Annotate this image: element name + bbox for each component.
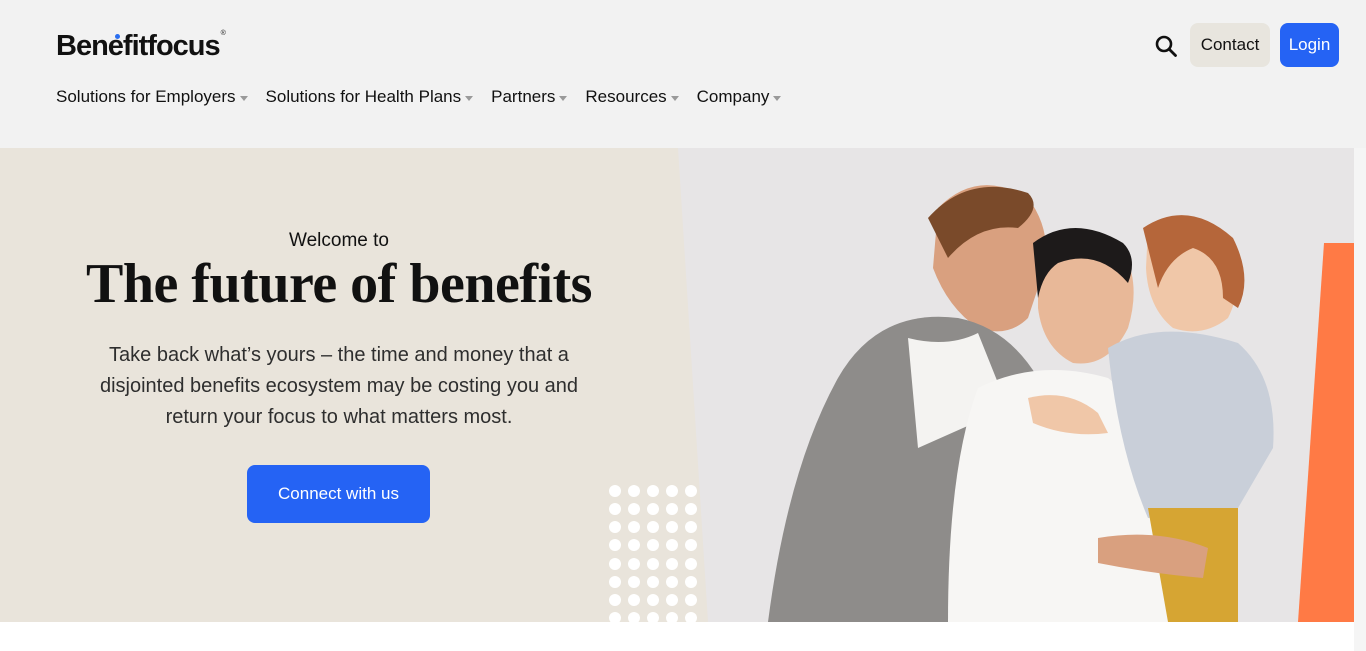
login-button[interactable]: Login [1280,23,1339,67]
decorative-dot-grid [609,485,697,622]
search-icon[interactable] [1154,34,1178,58]
main-nav: Solutions for Employers Solutions for He… [56,87,782,107]
contact-button[interactable]: Contact [1190,23,1270,67]
nav-resources[interactable]: Resources [585,87,679,107]
hero-text-panel: Welcome to The future of benefits Take b… [0,148,678,622]
hero-subtext: Take back what’s yours – the time and mo… [99,344,579,428]
benefitfocus-logo[interactable]: Benefitfocus® [56,30,226,63]
site-header: Benefitfocus® Solutions for Employers So… [0,0,1366,148]
nav-partners[interactable]: Partners [491,87,568,107]
caret-down-icon [559,95,568,101]
logo-dot-accent [115,34,120,39]
nav-company[interactable]: Company [697,87,782,107]
scrollbar[interactable] [1354,148,1366,651]
orange-accent-shape [1298,243,1354,622]
family-photo [678,148,1354,622]
caret-down-icon [773,95,782,101]
content-below-fold [0,622,1354,651]
nav-solutions-health-plans[interactable]: Solutions for Health Plans [266,87,474,107]
connect-with-us-button[interactable]: Connect with us [247,465,430,523]
hero-section: Welcome to The future of benefits Take b… [0,148,1354,622]
nav-solutions-employers[interactable]: Solutions for Employers [56,87,248,107]
hero-headline: The future of benefits [86,253,592,315]
caret-down-icon [670,95,679,101]
caret-down-icon [239,95,248,101]
hero-eyebrow: Welcome to [289,230,389,251]
caret-down-icon [465,95,474,101]
